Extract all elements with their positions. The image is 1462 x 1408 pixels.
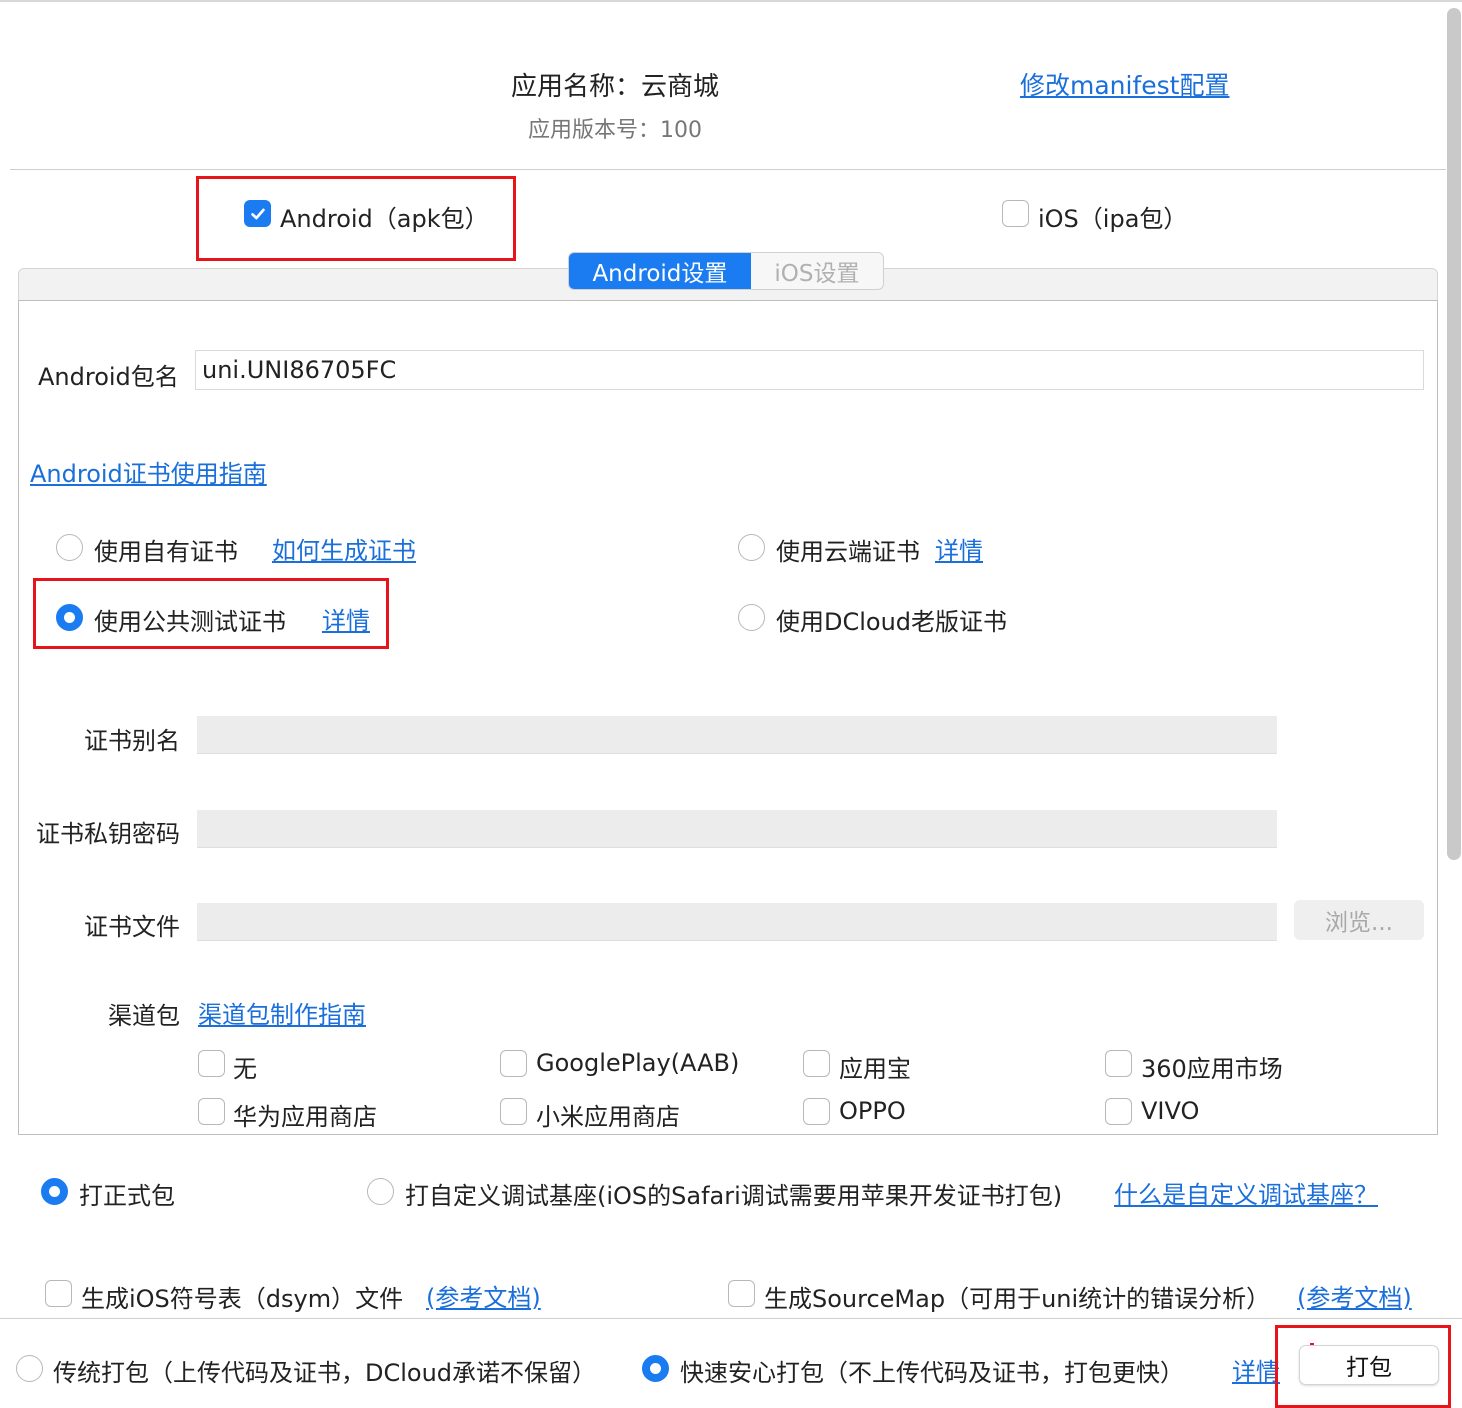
vertical-scrollbar[interactable] bbox=[1447, 8, 1461, 860]
custom-debug-info-link[interactable]: 什么是自定义调试基座？ bbox=[1114, 1175, 1378, 1210]
cert-file-input[interactable] bbox=[197, 903, 1277, 941]
public-cert-details-link[interactable]: 详情 bbox=[322, 601, 370, 636]
cert-alias-label: 证书别名 bbox=[84, 727, 180, 755]
settings-tabs: Android设置 iOS设置 bbox=[568, 252, 884, 290]
cert-file-label: 证书文件 bbox=[84, 913, 180, 941]
channel-vivo-label: VIVO bbox=[1141, 1097, 1200, 1125]
checkmark-icon bbox=[250, 208, 265, 219]
channel-label: 渠道包 bbox=[108, 1002, 180, 1030]
cert-password-input[interactable] bbox=[197, 810, 1277, 848]
traditional-pack-label: 传统打包（上传代码及证书，DCloud承诺不保留） bbox=[53, 1359, 597, 1387]
ios-platform-checkbox[interactable] bbox=[1002, 200, 1029, 227]
android-platform-checkbox[interactable] bbox=[244, 200, 271, 227]
public-test-cert-radio[interactable] bbox=[56, 604, 83, 631]
sourcemap-checkbox[interactable] bbox=[728, 1280, 755, 1307]
window-top-border bbox=[0, 0, 1462, 2]
cloud-cert-radio[interactable] bbox=[738, 534, 765, 561]
channel-xiaomi-checkbox[interactable] bbox=[500, 1098, 527, 1125]
sourcemap-docs-link[interactable]: (参考文档) bbox=[1297, 1278, 1412, 1313]
tab-android-settings[interactable]: Android设置 bbox=[569, 253, 751, 289]
release-build-label: 打正式包 bbox=[79, 1182, 175, 1210]
custom-debug-build-radio[interactable] bbox=[367, 1178, 394, 1205]
dcloud-old-cert-radio[interactable] bbox=[738, 604, 765, 631]
app-name: 应用名称：云商城 bbox=[510, 72, 719, 102]
public-test-cert-label: 使用公共测试证书 bbox=[94, 608, 286, 636]
pack-button[interactable]: 打包 bbox=[1299, 1345, 1439, 1385]
how-to-generate-cert-link[interactable]: 如何生成证书 bbox=[272, 531, 416, 566]
release-build-radio[interactable] bbox=[41, 1178, 68, 1205]
package-name-label: Android包名 bbox=[38, 363, 179, 391]
channel-huawei-checkbox[interactable] bbox=[198, 1098, 225, 1125]
channel-oppo-checkbox[interactable] bbox=[803, 1098, 830, 1125]
browse-button[interactable]: 浏览... bbox=[1294, 900, 1424, 940]
pack-mode-details-link[interactable]: 详情 bbox=[1232, 1352, 1280, 1387]
dcloud-old-cert-label: 使用DCloud老版证书 bbox=[776, 608, 1008, 636]
dsym-checkbox[interactable] bbox=[45, 1280, 72, 1307]
channel-guide-link[interactable]: 渠道包制作指南 bbox=[198, 995, 366, 1030]
own-cert-label: 使用自有证书 bbox=[94, 538, 238, 566]
tab-ios-settings[interactable]: iOS设置 bbox=[751, 253, 883, 289]
channel-360-checkbox[interactable] bbox=[1105, 1050, 1132, 1077]
header-divider bbox=[10, 169, 1446, 170]
ios-platform-label: iOS（ipa包） bbox=[1038, 205, 1188, 233]
dsym-label: 生成iOS符号表（dsym）文件 bbox=[81, 1285, 404, 1313]
channel-googleplay-checkbox[interactable] bbox=[500, 1050, 527, 1077]
sourcemap-label: 生成SourceMap（可用于uni统计的错误分析） bbox=[764, 1285, 1271, 1313]
channel-oppo-label: OPPO bbox=[839, 1097, 906, 1125]
custom-debug-build-label: 打自定义调试基座(iOS的Safari调试需要用苹果开发证书打包) bbox=[405, 1182, 1063, 1210]
cloud-cert-details-link[interactable]: 详情 bbox=[935, 531, 983, 566]
bottom-divider bbox=[0, 1318, 1462, 1319]
channel-yingyongbao-label: 应用宝 bbox=[839, 1055, 911, 1083]
own-cert-radio[interactable] bbox=[56, 534, 83, 561]
package-name-input[interactable]: uni.UNI86705FC bbox=[195, 350, 1424, 390]
dsym-docs-link[interactable]: (参考文档) bbox=[426, 1278, 541, 1313]
app-version: 应用版本号：100 bbox=[528, 118, 702, 143]
channel-googleplay-label: GooglePlay(AAB) bbox=[536, 1049, 740, 1077]
channel-yingyongbao-checkbox[interactable] bbox=[803, 1050, 830, 1077]
cloud-cert-label: 使用云端证书 bbox=[776, 538, 920, 566]
channel-none-checkbox[interactable] bbox=[198, 1050, 225, 1077]
cert-alias-input[interactable] bbox=[197, 716, 1277, 754]
android-cert-guide-link[interactable]: Android证书使用指南 bbox=[30, 454, 267, 489]
traditional-pack-radio[interactable] bbox=[16, 1355, 43, 1382]
channel-vivo-checkbox[interactable] bbox=[1105, 1098, 1132, 1125]
edit-manifest-link[interactable]: 修改manifest配置 bbox=[1020, 66, 1229, 102]
cert-password-label: 证书私钥密码 bbox=[36, 820, 180, 848]
android-platform-label: Android（apk包） bbox=[280, 205, 489, 233]
channel-huawei-label: 华为应用商店 bbox=[233, 1103, 377, 1131]
fast-safe-pack-label: 快速安心打包（不上传代码及证书，打包更快） bbox=[680, 1359, 1184, 1387]
channel-none-label: 无 bbox=[233, 1055, 257, 1083]
channel-xiaomi-label: 小米应用商店 bbox=[536, 1103, 680, 1131]
fast-safe-pack-radio[interactable] bbox=[642, 1355, 669, 1382]
channel-360-label: 360应用市场 bbox=[1141, 1055, 1283, 1083]
